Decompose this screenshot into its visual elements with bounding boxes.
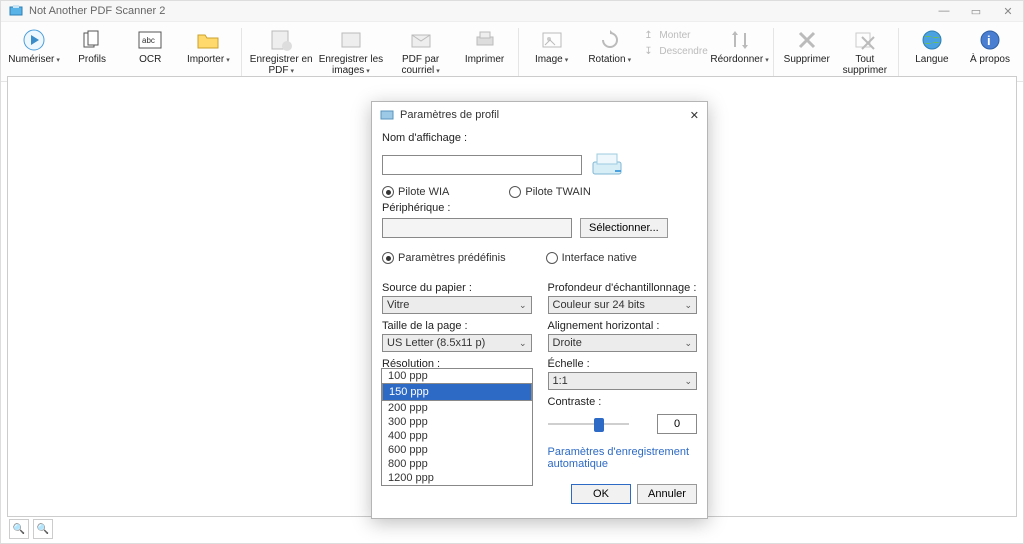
chevron-down-icon: ⌄ xyxy=(684,338,692,349)
select-device-button[interactable]: Sélectionner... xyxy=(580,218,668,238)
driver-wia-radio[interactable]: Pilote WIA xyxy=(382,186,449,198)
zoom-in-button[interactable]: 🔍 xyxy=(33,519,53,539)
dialog-title: Paramètres de profil xyxy=(400,109,499,121)
globe-icon xyxy=(918,28,946,52)
svg-text:i: i xyxy=(987,33,991,48)
email-pdf-icon xyxy=(407,28,435,52)
dialog-close-button[interactable]: ✕ xyxy=(690,109,699,122)
language-button[interactable]: Langue xyxy=(903,26,961,67)
printer-icon xyxy=(471,28,499,52)
cancel-button[interactable]: Annuler xyxy=(637,484,697,504)
import-button[interactable]: Importer▾ xyxy=(179,26,237,68)
resolution-dropdown[interactable]: 100 ppp 150 ppp 200 ppp 300 ppp 400 ppp … xyxy=(381,368,533,486)
delete-all-icon xyxy=(851,28,879,52)
device-label: Périphérique : xyxy=(382,202,697,214)
rotate-button[interactable]: Rotation▾ xyxy=(581,26,639,68)
save-pdf-button[interactable]: Enregistrer en PDF▾ xyxy=(246,26,316,79)
close-button[interactable]: ✕ xyxy=(1001,5,1015,18)
minimize-button[interactable]: — xyxy=(937,5,951,18)
svg-text:abc: abc xyxy=(142,36,155,45)
contrast-label: Contraste : xyxy=(548,396,698,408)
delete-button[interactable]: Supprimer xyxy=(778,26,836,67)
maximize-button[interactable]: ▭ xyxy=(969,5,983,18)
contrast-slider[interactable] xyxy=(548,416,650,432)
display-name-input[interactable] xyxy=(382,155,582,175)
autosave-settings-link[interactable]: Paramètres d'enregistrement automatique xyxy=(548,446,690,470)
driver-twain-radio[interactable]: Pilote TWAIN xyxy=(509,186,590,198)
move-up-button[interactable]: ↥Monter xyxy=(641,28,707,42)
save-images-button[interactable]: Enregistrer les images▾ xyxy=(316,26,386,79)
resolution-option[interactable]: 1200 ppp xyxy=(382,471,532,485)
dialog-titlebar: Paramètres de profil ✕ xyxy=(372,102,707,128)
bit-depth-select[interactable]: Couleur sur 24 bits⌄ xyxy=(548,296,698,314)
save-images-icon xyxy=(337,28,365,52)
image-button[interactable]: Image▾ xyxy=(523,26,581,68)
print-button[interactable]: Imprimer xyxy=(456,26,514,67)
ok-button[interactable]: OK xyxy=(571,484,631,504)
chevron-down-icon: ⌄ xyxy=(519,300,527,311)
paper-source-select[interactable]: Vitre⌄ xyxy=(382,296,532,314)
play-icon xyxy=(20,28,48,52)
move-down-button[interactable]: ↧Descendre xyxy=(641,44,707,58)
title-bar: Not Another PDF Scanner 2 — ▭ ✕ xyxy=(1,1,1023,22)
page-size-select[interactable]: US Letter (8.5x11 p)⌄ xyxy=(382,334,532,352)
reorder-icon xyxy=(726,28,754,52)
scanner-icon xyxy=(590,148,624,182)
resolution-option[interactable]: 150 ppp xyxy=(382,383,532,401)
scale-label: Échelle : xyxy=(548,358,698,370)
scan-button[interactable]: Numériser▾ xyxy=(5,26,63,68)
save-pdf-icon xyxy=(267,28,295,52)
resolution-option[interactable]: 600 ppp xyxy=(382,443,532,457)
predefined-params-radio[interactable]: Paramètres prédéfinis xyxy=(382,252,506,264)
delete-icon xyxy=(793,28,821,52)
display-name-label: Nom d'affichage : xyxy=(382,132,697,144)
main-toolbar: Numériser▾ Profils abc OCR Importer▾ Enr… xyxy=(1,22,1023,82)
reorder-button[interactable]: Réordonner▾ xyxy=(710,26,768,68)
halign-select[interactable]: Droite⌄ xyxy=(548,334,698,352)
scale-select[interactable]: 1:1⌄ xyxy=(548,372,698,390)
slider-thumb-icon[interactable] xyxy=(594,418,604,432)
delete-all-button[interactable]: Tout supprimer xyxy=(836,26,894,78)
contrast-value-input[interactable] xyxy=(657,414,697,434)
halign-label: Alignement horizontal : xyxy=(548,320,698,332)
bit-depth-label: Profondeur d'échantillonnage : xyxy=(548,282,698,294)
dialog-icon xyxy=(380,108,394,122)
email-pdf-button[interactable]: PDF par courriel▾ xyxy=(386,26,456,79)
native-interface-radio[interactable]: Interface native xyxy=(546,252,637,264)
chevron-down-icon: ⌄ xyxy=(519,338,527,349)
device-input xyxy=(382,218,572,238)
resolution-option[interactable]: 800 ppp xyxy=(382,457,532,471)
app-title: Not Another PDF Scanner 2 xyxy=(29,5,165,17)
zoom-controls: 🔍 🔍 xyxy=(9,519,53,539)
move-group: ↥Monter ↧Descendre xyxy=(639,26,711,60)
ocr-icon: abc xyxy=(136,28,164,52)
zoom-out-button[interactable]: 🔍 xyxy=(9,519,29,539)
profiles-icon xyxy=(78,28,106,52)
image-icon xyxy=(538,28,566,52)
ocr-button[interactable]: abc OCR xyxy=(121,26,179,67)
paper-source-label: Source du papier : xyxy=(382,282,532,294)
app-icon xyxy=(9,4,23,18)
window-buttons: — ▭ ✕ xyxy=(937,5,1015,18)
info-icon: i xyxy=(976,28,1004,52)
about-button[interactable]: i À propos xyxy=(961,26,1019,67)
app-window: Not Another PDF Scanner 2 — ▭ ✕ Numérise… xyxy=(0,0,1024,544)
resolution-option[interactable]: 100 ppp xyxy=(382,369,532,383)
chevron-down-icon: ⌄ xyxy=(684,300,692,311)
profiles-button[interactable]: Profils xyxy=(63,26,121,67)
rotate-icon xyxy=(596,28,624,52)
resolution-option[interactable]: 300 ppp xyxy=(382,415,532,429)
arrow-down-icon: ↧ xyxy=(641,44,655,58)
chevron-down-icon: ⌄ xyxy=(684,376,692,387)
resolution-option[interactable]: 200 ppp xyxy=(382,401,532,415)
resolution-option[interactable]: 400 ppp xyxy=(382,429,532,443)
folder-open-icon xyxy=(194,28,222,52)
arrow-up-icon: ↥ xyxy=(641,28,655,42)
page-size-label: Taille de la page : xyxy=(382,320,532,332)
